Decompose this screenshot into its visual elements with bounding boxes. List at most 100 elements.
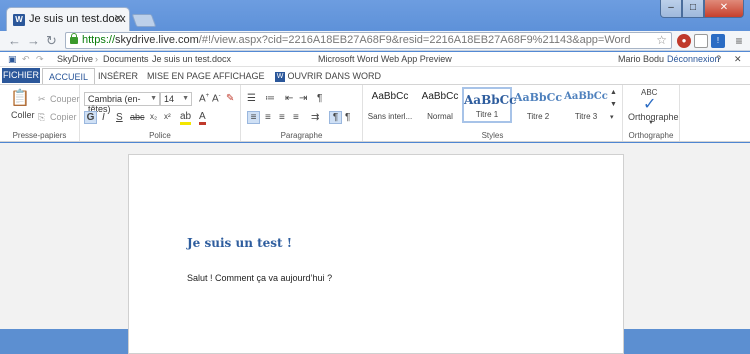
- group-label: Police: [149, 131, 171, 140]
- user-name[interactable]: Mario Bodu: [618, 54, 664, 64]
- paragraph-mark-icon[interactable]: ¶: [317, 93, 322, 104]
- rtl-paragraph-icon[interactable]: ¶: [345, 112, 350, 123]
- align-center-icon[interactable]: ≡: [265, 112, 271, 123]
- styles-scroll-up-icon[interactable]: ▲: [610, 89, 617, 96]
- style-name: Titre 2: [526, 112, 550, 121]
- breadcrumb-separator: ›: [143, 54, 146, 64]
- bold-icon[interactable]: G: [84, 111, 97, 124]
- close-window-button[interactable]: ✕: [704, 0, 744, 18]
- decrease-indent-icon[interactable]: ⇤: [285, 93, 293, 104]
- menu-icon[interactable]: ≡: [732, 34, 746, 48]
- style-titre-3[interactable]: AaBbCc Titre 3: [561, 87, 611, 123]
- italic-icon[interactable]: I: [102, 112, 105, 123]
- paste-icon[interactable]: 📋: [10, 88, 30, 108]
- group-paragraph: ☰ ≔ ⇤ ⇥ ¶ ≡ ≡ ≡ ≡ ⇉ ¶ ¶ Paragraphe: [241, 85, 363, 141]
- save-icon[interactable]: ▣: [8, 54, 17, 65]
- open-in-word-button[interactable]: W OUVRIR DANS WORD: [275, 71, 381, 82]
- lock-icon: [70, 33, 78, 44]
- font-color-icon[interactable]: A: [199, 111, 206, 125]
- close-app-icon[interactable]: ✕: [734, 54, 742, 65]
- group-clipboard: 📋 Coller ✂ Couper ⎘ Copier Presse-papier…: [0, 85, 80, 141]
- underline-icon[interactable]: S: [116, 112, 123, 123]
- adblock-extension-icon[interactable]: ●: [677, 34, 691, 48]
- extension-icon[interactable]: [694, 34, 708, 48]
- help-button[interactable]: ?: [716, 54, 721, 64]
- tab-accueil[interactable]: ACCUEIL: [42, 68, 96, 84]
- bullets-icon[interactable]: ☰: [247, 93, 256, 104]
- back-icon[interactable]: ←: [8, 33, 21, 49]
- copy-icon[interactable]: ⎘: [38, 112, 45, 123]
- chevron-down-icon[interactable]: ▼: [648, 120, 654, 126]
- breadcrumb-document: Je suis un test.docx: [152, 54, 232, 64]
- style-titre-2[interactable]: AaBbCc Titre 2: [513, 87, 563, 123]
- forward-icon[interactable]: →: [27, 33, 40, 49]
- group-label: Paragraphe: [280, 131, 323, 140]
- open-in-word-label: OUVRIR DANS WORD: [287, 71, 382, 81]
- grow-font-icon[interactable]: A+: [199, 93, 209, 104]
- cut-button[interactable]: Couper: [50, 94, 80, 104]
- style-sample: AaBbCc: [371, 91, 409, 102]
- superscript-icon[interactable]: x²: [164, 112, 171, 121]
- numbering-icon[interactable]: ≔: [265, 93, 275, 104]
- highlight-icon[interactable]: ab: [180, 111, 192, 125]
- justify-icon[interactable]: ≡: [293, 112, 299, 123]
- tab-close-icon[interactable]: ✕: [114, 12, 123, 25]
- increase-indent-icon[interactable]: ⇥: [299, 93, 307, 104]
- style-sample: AaBbCc: [513, 91, 563, 104]
- cut-icon[interactable]: ✂: [38, 94, 46, 105]
- ltr-paragraph-icon[interactable]: ¶: [329, 111, 342, 124]
- subscript-icon[interactable]: x₂: [150, 112, 157, 121]
- ribbon-tabs: FICHIER ACCUEIL INSÉRER MISE EN PAGE AFF…: [0, 67, 750, 84]
- url-scheme: https://: [82, 34, 116, 46]
- tab-inserer[interactable]: INSÉRER: [98, 71, 138, 81]
- style-name: Sans interl...: [367, 112, 413, 121]
- style-no-spacing[interactable]: AaBbCc Sans interl...: [365, 87, 415, 123]
- breadcrumb-documents[interactable]: Documents: [103, 54, 149, 64]
- tab-mise-en-page[interactable]: MISE EN PAGE: [147, 71, 211, 81]
- browser-tab[interactable]: W Je suis un test.docx - Micro ✕: [6, 7, 130, 31]
- document-heading[interactable]: Je suis un test !: [187, 236, 292, 250]
- window-controls: – □ ✕: [660, 0, 744, 18]
- copy-button[interactable]: Copier: [50, 112, 77, 122]
- redo-icon[interactable]: ↷: [36, 54, 44, 65]
- clear-format-icon[interactable]: ✎: [226, 93, 234, 104]
- style-titre-1[interactable]: AaBbCc Titre 1: [462, 87, 517, 123]
- group-label: Styles: [481, 131, 504, 140]
- style-sample: AaBbCc: [464, 93, 517, 107]
- chevron-down-icon: ▼: [150, 95, 157, 102]
- align-left-icon[interactable]: ≡: [247, 111, 260, 124]
- style-name: Normal: [427, 112, 453, 121]
- styles-scroll-down-icon[interactable]: ▼: [610, 101, 617, 108]
- breadcrumb-skydrive[interactable]: SkyDrive: [57, 54, 93, 64]
- minimize-button[interactable]: –: [660, 0, 682, 18]
- shrink-font-icon[interactable]: A-: [212, 93, 221, 104]
- document-area: Je suis un test ! Salut ! Comment ça va …: [0, 143, 750, 354]
- undo-icon[interactable]: ↶: [22, 54, 30, 65]
- group-font: Cambria (en-têtes) ▼ 14 ▼ A+ A- ✎ G I S ab…: [80, 85, 241, 141]
- word-icon: W: [13, 14, 25, 26]
- font-name-select[interactable]: Cambria (en-têtes) ▼: [84, 92, 160, 114]
- styles-more-icon[interactable]: ▾: [610, 113, 614, 121]
- style-name: Titre 1: [475, 110, 499, 119]
- style-normal[interactable]: AaBbCc Normal: [415, 87, 465, 123]
- new-tab-button[interactable]: [131, 14, 157, 27]
- strikethrough-icon[interactable]: abc: [130, 112, 145, 122]
- document-page[interactable]: Je suis un test ! Salut ! Comment ça va …: [128, 154, 624, 354]
- signout-link[interactable]: Déconnexion: [667, 54, 720, 64]
- file-tab[interactable]: FICHIER: [2, 68, 40, 83]
- reload-icon[interactable]: ↻: [46, 33, 57, 49]
- bookmark-star-icon[interactable]: ☆: [656, 33, 667, 47]
- ltr-icon[interactable]: ⇉: [311, 112, 319, 123]
- maximize-button[interactable]: □: [682, 0, 704, 18]
- extension-icon-2[interactable]: !: [711, 34, 725, 48]
- address-bar[interactable]: https://skydrive.live.com/#!/view.aspx?c…: [65, 32, 672, 49]
- document-paragraph[interactable]: Salut ! Comment ça va aujourd’hui ?: [187, 273, 332, 283]
- checkmark-icon[interactable]: ✓: [643, 94, 656, 114]
- group-styles: AaBbCc Sans interl... AaBbCc Normal AaBbCc…: [363, 85, 623, 141]
- font-size-select[interactable]: 14 ▼: [160, 92, 192, 106]
- group-label: Presse-papiers: [12, 131, 67, 140]
- align-right-icon[interactable]: ≡: [279, 112, 285, 123]
- paste-button[interactable]: Coller: [11, 110, 35, 120]
- app-title: Microsoft Word Web App Preview: [318, 54, 452, 64]
- tab-affichage[interactable]: AFFICHAGE: [213, 71, 265, 81]
